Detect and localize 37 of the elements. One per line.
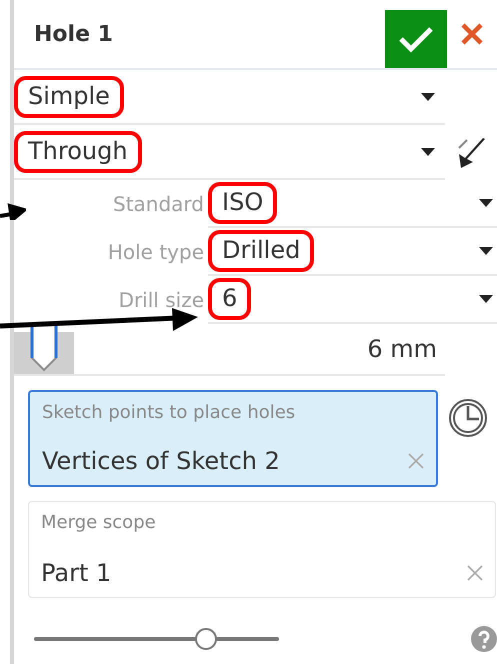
depth-value[interactable]: 6 mm bbox=[367, 335, 445, 363]
parameter-label: Hole type bbox=[106, 240, 204, 264]
caret-icon bbox=[479, 295, 493, 303]
dropdown-value: Drilled bbox=[208, 230, 314, 272]
caret-icon bbox=[421, 92, 435, 100]
field-label: Merge scope bbox=[41, 512, 157, 533]
field-label: Sketch points to place holes bbox=[42, 402, 296, 423]
dropdown[interactable]: Simple bbox=[14, 70, 445, 125]
parameter-label: Standard bbox=[112, 192, 204, 216]
dropdown-value: Simple bbox=[14, 76, 124, 118]
dialog-title: Hole 1 bbox=[33, 22, 114, 46]
dropdown[interactable]: 6 bbox=[208, 276, 497, 324]
dropdown[interactable]: ISO bbox=[208, 180, 497, 228]
clear-icon bbox=[467, 565, 483, 581]
selection-field[interactable]: Merge scope Part 1 bbox=[28, 501, 496, 598]
hole-depth-icon[interactable] bbox=[14, 324, 74, 374]
slider[interactable] bbox=[34, 628, 279, 650]
close-icon bbox=[461, 23, 483, 45]
dropdown-value: ISO bbox=[208, 182, 278, 224]
field-value: Part 1 bbox=[41, 559, 112, 587]
slider-thumb[interactable] bbox=[194, 628, 216, 650]
clock-icon[interactable] bbox=[448, 398, 488, 438]
selection-field[interactable]: Sketch points to place holes Vertices of Sketch 2 bbox=[28, 390, 438, 487]
caret-icon bbox=[479, 199, 493, 207]
help-icon[interactable] bbox=[471, 626, 497, 652]
field-value: Vertices of Sketch 2 bbox=[42, 447, 280, 475]
check-icon bbox=[398, 25, 434, 53]
dropdown[interactable]: Drilled bbox=[208, 228, 497, 276]
clear-icon bbox=[408, 453, 424, 469]
dropdown-value: 6 bbox=[208, 278, 252, 320]
clear-button[interactable] bbox=[467, 565, 483, 581]
dropdown[interactable]: Through bbox=[14, 125, 445, 180]
parameter-label: Drill size bbox=[118, 288, 204, 312]
caret-icon bbox=[421, 148, 435, 156]
caret-icon bbox=[479, 247, 493, 255]
confirm-button[interactable] bbox=[385, 10, 447, 68]
dropdown-value: Through bbox=[14, 130, 142, 172]
